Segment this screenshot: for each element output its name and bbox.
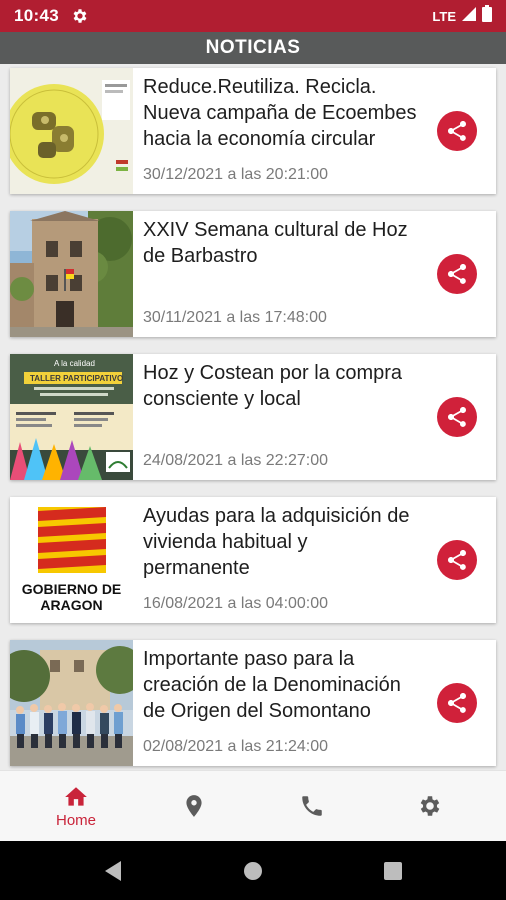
nav-home[interactable]: Home [17,771,135,841]
news-title: XXIV Semana cultural de Hoz de Barbastro [143,219,408,267]
home-circle-icon [244,862,262,880]
nav-phone[interactable] [253,771,371,841]
share-icon [448,550,466,570]
share-button[interactable] [437,683,477,723]
home-icon [65,786,87,806]
recents-square-icon [384,862,402,880]
settings-notification-icon [71,7,89,25]
share-button[interactable] [437,540,477,580]
bottom-navigation: Home [0,770,506,841]
news-title: Reduce.Reutiliza. Recicla. Nueva campaña… [143,76,417,150]
share-icon [448,121,466,141]
back-triangle-icon [105,861,121,881]
system-recents-button[interactable] [380,858,406,884]
phone-icon [302,796,322,816]
signal-icon [462,6,476,26]
news-title: Hoz y Costean por la compra consciente y… [143,362,403,410]
thumb-logo-line2: ARAGON [40,597,102,613]
nav-home-label: Home [55,811,96,829]
gear-icon [420,796,440,816]
news-thumbnail-recycling [10,68,133,194]
nav-settings[interactable] [371,771,489,841]
status-bar: 10:43 LTE [0,0,506,32]
news-thumbnail-workshop: A la calidad TALLER PARTICIPATIVO [10,354,133,480]
news-date: 02/08/2021 a las 21:24:00 [143,738,329,755]
share-icon [448,693,466,713]
news-thumbnail-building [10,211,133,337]
thumb-text-banner: TALLER PARTICIPATIVO [30,374,123,383]
thumb-text-top: A la calidad [54,359,95,368]
share-button[interactable] [437,397,477,437]
share-button[interactable] [437,254,477,294]
system-navigation-bar [0,841,506,900]
app-bar: NOTICIAS [0,32,506,64]
news-title: Importante paso para la creación de la D… [143,648,401,722]
news-date: 30/12/2021 a las 20:21:00 [143,166,329,183]
location-pin-icon [186,795,202,817]
nav-location[interactable] [135,771,253,841]
news-date: 30/11/2021 a las 17:48:00 [143,309,327,326]
news-card[interactable]: Reduce.Reutiliza. Recicla. Nueva campaña… [10,68,496,194]
status-time: 10:43 [14,6,59,25]
system-back-button[interactable] [100,858,126,884]
network-type: LTE [432,8,456,24]
news-thumbnail-group-photo [10,640,133,766]
page-title: NOTICIAS [205,37,301,58]
status-indicators: LTE [432,5,492,27]
system-home-button[interactable] [240,858,266,884]
news-card[interactable]: GOBIERNO DE ARAGON Ayudas para la adquis… [10,497,496,623]
news-thumbnail-gobierno-aragon: GOBIERNO DE ARAGON [10,497,133,623]
news-card[interactable]: A la calidad TALLER PARTICIPATIVO Hoz y … [10,354,496,480]
news-date: 24/08/2021 a las 22:27:00 [143,452,329,469]
news-title: Ayudas para la adquisición de vivienda h… [143,505,410,579]
battery-icon [482,5,492,27]
news-list[interactable]: Reduce.Reutiliza. Recicla. Nueva campaña… [0,64,506,770]
news-date: 16/08/2021 a las 04:00:00 [143,595,329,612]
share-icon [448,264,466,284]
thumb-logo-line1: GOBIERNO DE [22,581,122,597]
share-button[interactable] [437,111,477,151]
share-icon [448,407,466,427]
news-card[interactable]: Importante paso para la creación de la D… [10,640,496,766]
news-card[interactable]: XXIV Semana cultural de Hoz de Barbastro… [10,211,496,337]
